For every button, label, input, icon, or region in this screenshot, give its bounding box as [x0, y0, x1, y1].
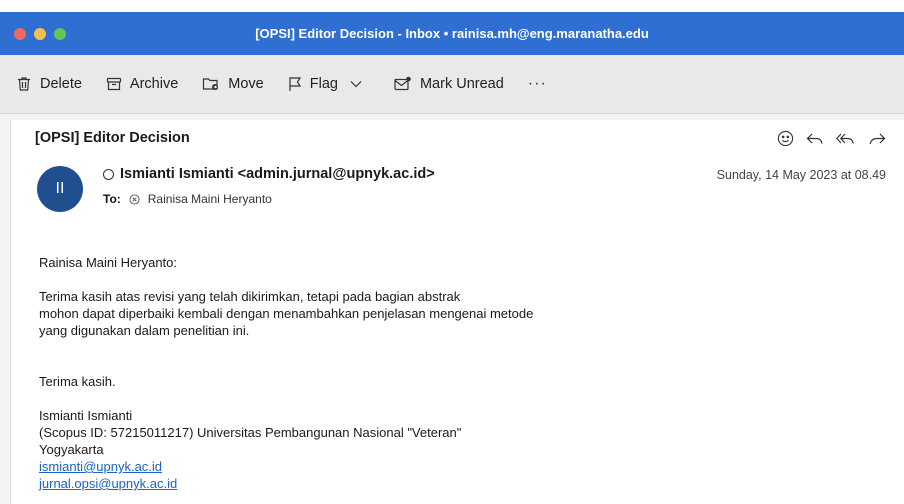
- mark-unread-label: Mark Unread: [419, 76, 504, 92]
- message-card: [OPSI] Editor Decision II Ismianti Ismia…: [10, 120, 904, 504]
- signature-email-link[interactable]: jurnal.opsi@upnyk.ac.id: [39, 476, 177, 491]
- signature-email-link[interactable]: ismianti@upnyk.ac.id: [39, 459, 162, 474]
- delete-button[interactable]: Delete: [16, 76, 82, 92]
- archive-label: Archive: [129, 76, 179, 92]
- flag-button[interactable]: Flag: [288, 76, 370, 92]
- envelope-unread-icon: [394, 76, 411, 91]
- trash-icon: [18, 77, 30, 91]
- message-date: Sunday, 14 May 2023 at 08.49: [716, 168, 886, 182]
- top-strip: [0, 0, 904, 12]
- forward-icon[interactable]: [868, 132, 886, 146]
- reply-all-icon[interactable]: [836, 132, 856, 146]
- archive-icon: [106, 77, 122, 91]
- title-bar: [OPSI] Editor Decision - Inbox • rainisa…: [0, 12, 904, 55]
- delete-label: Delete: [40, 76, 82, 92]
- flag-icon: [289, 77, 301, 91]
- remove-recipient-icon: [129, 193, 140, 205]
- move-label: Move: [228, 76, 264, 92]
- message-actions: [777, 130, 886, 147]
- archive-button[interactable]: Archive: [106, 76, 178, 92]
- message-subject: [OPSI] Editor Decision: [35, 130, 190, 146]
- recipients-row: To: Rainisa Maini Heryanto: [103, 192, 272, 206]
- body-line: Terima kasih atas revisi yang telah diki…: [39, 289, 461, 304]
- flag-label: Flag: [309, 76, 338, 92]
- chevron-down-icon[interactable]: [350, 80, 362, 88]
- emoji-reaction-icon[interactable]: [777, 130, 794, 147]
- signature-city: Yogyakarta: [39, 442, 104, 457]
- body-closing: Terima kasih.: [39, 374, 116, 389]
- body-line: mohon dapat diperbaiki kembali dengan me…: [39, 306, 534, 321]
- avatar: II: [37, 166, 83, 212]
- sender-name: Ismianti Ismianti <admin.jurnal@upnyk.ac…: [120, 166, 435, 182]
- move-button[interactable]: Move: [202, 76, 264, 92]
- folder-move-icon: [203, 78, 219, 90]
- body-line: yang digunakan dalam penelitian ini.: [39, 323, 250, 338]
- signature-name: Ismianti Ismianti: [39, 408, 133, 423]
- reply-icon[interactable]: [806, 132, 824, 146]
- toolbar: Delete Archive Move Flag Mark Unread ···: [0, 55, 904, 114]
- body-salutation: Rainisa Maini Heryanto:: [39, 255, 178, 270]
- signature-affiliation: (Scopus ID: 57215011217) Universitas Pem…: [39, 425, 462, 440]
- recipient-name: Rainisa Maini Heryanto: [147, 192, 272, 206]
- sender[interactable]: Ismianti Ismianti <admin.jurnal@upnyk.ac…: [103, 166, 435, 182]
- mark-unread-button[interactable]: Mark Unread: [394, 76, 504, 92]
- more-options-button[interactable]: ···: [528, 75, 547, 93]
- to-label: To:: [103, 192, 121, 206]
- sender-status-icon: [103, 168, 114, 180]
- message-body: Rainisa Maini Heryanto: Terima kasih ata…: [39, 254, 859, 492]
- message-pane: [OPSI] Editor Decision II Ismianti Ismia…: [0, 114, 904, 504]
- window-title: [OPSI] Editor Decision - Inbox • rainisa…: [255, 26, 649, 41]
- recipient-chip[interactable]: Rainisa Maini Heryanto: [129, 192, 272, 206]
